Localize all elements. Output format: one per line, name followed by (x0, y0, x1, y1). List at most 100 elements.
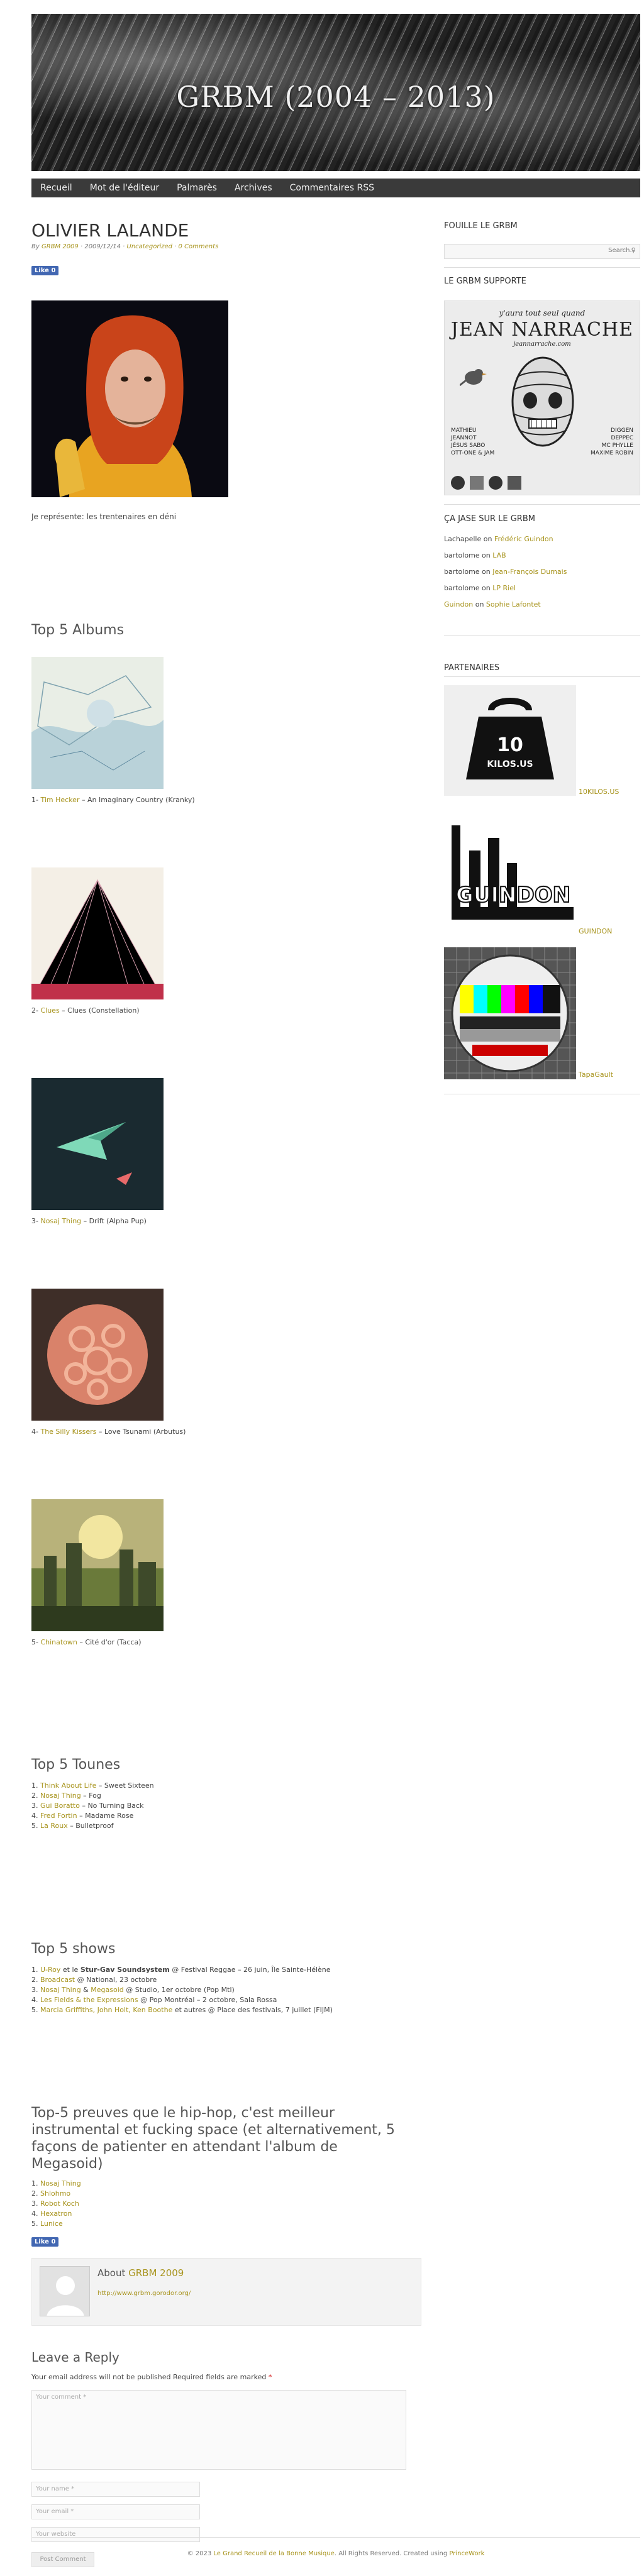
list-item: 2. Broadcast @ National, 23 octobre (31, 1976, 157, 1984)
search-icon[interactable]: ⚲ (631, 247, 636, 254)
facebook-like-button[interactable]: Like 0 (31, 266, 59, 275)
partner-logo-guindon[interactable]: GUINDON (444, 813, 576, 923)
list-item: 5. Lunice (31, 2220, 63, 2228)
album-item-4: 4- The Silly Kissers – Love Tsunami (Arb… (31, 1428, 186, 1436)
list-item: 1. Nosaj Thing (31, 2179, 81, 2188)
partner-logo-10kilos[interactable]: 10 KILOS.US (444, 685, 576, 796)
comment-textarea[interactable]: Your comment * (31, 2390, 406, 2470)
sidebar: FOUILLE LE GRBM Search... ⚲ LE GRBM SUPPO… (444, 207, 640, 1276)
comment-post-link[interactable]: Sophie Lafontet (486, 600, 541, 608)
main-content: OLIVIER LALANDE By GRBM 2009 · 2009/12/1… (31, 207, 421, 2567)
comment-post-link[interactable]: LP Riel (492, 584, 516, 592)
footer-theme-link[interactable]: PrinceWork (449, 2550, 484, 2557)
artist-link[interactable]: Lunice (40, 2220, 63, 2228)
email-input[interactable]: Your email * (31, 2504, 200, 2519)
album-cover-tim-hecker (31, 657, 164, 789)
comment-author-link[interactable]: Guindon (444, 600, 473, 608)
list-item: bartolome on LAB (444, 551, 506, 559)
nav-item-palmares[interactable]: Palmarès (168, 179, 226, 197)
sidebar-heading-partenaires: PARTENAIRES (444, 663, 500, 673)
hiphop-list: 1. Nosaj Thing 2. Shlohmo 3. Robot Koch … (31, 2179, 81, 2229)
artist-link[interactable]: Clues (40, 1006, 59, 1015)
facebook-like-button[interactable]: Like 0 (31, 2237, 59, 2247)
divider (444, 267, 640, 268)
artist-link[interactable]: Les Fields & the Expressions (40, 1996, 138, 2004)
album-cover-silly-kissers (31, 1289, 164, 1421)
artist-link[interactable]: Nosaj Thing (40, 1986, 81, 1994)
author-avatar (40, 2266, 90, 2316)
list-item: 1. U-Roy et le Stur-Gav Soundsystem @ Fe… (31, 1966, 331, 1974)
artist-link[interactable]: Nosaj Thing (40, 1792, 81, 1800)
artist-link[interactable]: Broadcast (40, 1976, 75, 1984)
artist-link[interactable]: Robot Koch (40, 2199, 79, 2208)
shows-heading: Top 5 shows (31, 1941, 116, 1957)
artist-link[interactable]: Chinatown (40, 1638, 77, 1646)
list-item: Lachapelle on Frédéric Guindon (444, 535, 553, 543)
svg-text:10: 10 (497, 734, 523, 756)
sidebar-heading-jase: ÇA JASE SUR LE GRBM (444, 514, 535, 524)
sidebar-heading-supporte: LE GRBM SUPPORTE (444, 277, 526, 286)
author-photo (31, 300, 228, 497)
list-item: 2. Shlohmo (31, 2189, 71, 2198)
list-item: bartolome on LP Riel (444, 584, 516, 592)
site-title[interactable]: GRBM (2004 – 2013) (31, 80, 640, 114)
artist-link[interactable]: U-Roy (40, 1966, 60, 1974)
partner-link-tapagault[interactable]: TapaGault (579, 1071, 613, 1079)
mask-figure (511, 356, 574, 447)
list-item: 4. Hexatron (31, 2210, 72, 2218)
list-item: 3. Robot Koch (31, 2199, 79, 2208)
site-header-banner[interactable]: GRBM (2004 – 2013) (31, 14, 640, 171)
artist-link[interactable]: Tim Hecker (40, 796, 79, 804)
post-intro: Je représente: les trentenaires en déni (31, 512, 177, 521)
comment-post-link[interactable]: Frédéric Guindon (494, 535, 553, 543)
recent-comments: Lachapelle on Frédéric Guindon bartolome… (444, 531, 567, 613)
list-item: 5. La Roux – Bulletproof (31, 1822, 114, 1830)
list-item: 5. Marcia Griffiths, John Holt, Ken Boot… (31, 2006, 333, 2014)
search-input[interactable]: Search... ⚲ (444, 244, 640, 259)
author-link[interactable]: GRBM 2009 (42, 243, 79, 250)
list-item: 3. Gui Boratto – No Turning Back (31, 1802, 144, 1810)
artist-link[interactable]: Nosaj Thing (40, 1217, 81, 1225)
tounes-list: 1. Think About Life – Sweet Sixteen 2. N… (31, 1781, 154, 1831)
footer-site-link[interactable]: Le Grand Recueil de la Bonne Musique (213, 2550, 335, 2557)
artist-link[interactable]: La Roux (40, 1822, 68, 1830)
artist-link[interactable]: Think About Life (40, 1781, 96, 1790)
comment-post-link[interactable]: LAB (492, 551, 506, 559)
nav-item-rss[interactable]: Commentaires RSS (281, 179, 383, 197)
partner-link-guindon[interactable]: GUINDON (579, 927, 612, 935)
site-footer: © 2023 Le Grand Recueil de la Bonne Musi… (31, 2537, 640, 2557)
name-input[interactable]: Your name * (31, 2482, 200, 2497)
shows-list: 1. U-Roy et le Stur-Gav Soundsystem @ Fe… (31, 1965, 333, 2015)
jean-narrache-poster[interactable]: y'aura tout seul quand JEAN NARRACHE jea… (444, 300, 640, 495)
bird-icon (460, 369, 487, 387)
comments-link[interactable]: 0 Comments (179, 243, 219, 250)
divider (444, 635, 640, 636)
sidebar-heading-fouille: FOUILLE LE GRBM (444, 221, 518, 231)
list-item: Guindon on Sophie Lafontet (444, 600, 541, 608)
list-item: 2. Nosaj Thing – Fog (31, 1792, 101, 1800)
reply-note: Your email address will not be published… (31, 2373, 272, 2381)
artist-link[interactable]: The Silly Kissers (40, 1428, 96, 1436)
artist-link[interactable]: Megasoid (91, 1986, 123, 1994)
partner-logo-tapagault[interactable] (444, 947, 576, 1079)
hiphop-heading: Top-5 preuves que le hip-hop, c'est meil… (31, 2105, 395, 2172)
nav-item-recueil[interactable]: Recueil (31, 179, 81, 197)
tounes-heading: Top 5 Tounes (31, 1757, 121, 1773)
nav-item-mot-editeur[interactable]: Mot de l'éditeur (81, 179, 168, 197)
author-name-link[interactable]: GRBM 2009 (128, 2267, 184, 2279)
artist-link[interactable]: Hexatron (40, 2210, 72, 2218)
artist-link[interactable]: Nosaj Thing (40, 2179, 81, 2188)
artist-link[interactable]: Shlohmo (40, 2189, 70, 2198)
list-item: 1. Think About Life – Sweet Sixteen (31, 1781, 154, 1790)
post-meta: By GRBM 2009 · 2009/12/14 · Uncategorize… (31, 243, 219, 250)
comment-post-link[interactable]: Jean-François Dumais (492, 568, 567, 576)
albums-heading: Top 5 Albums (31, 622, 125, 638)
author-url-link[interactable]: http://www.grbm.gorodor.org/ (97, 2290, 191, 2297)
artist-link[interactable]: Gui Boratto (40, 1802, 80, 1810)
artist-link[interactable]: Fred Fortin (40, 1812, 77, 1820)
partner-link-10kilos[interactable]: 10KILOS.US (579, 788, 619, 796)
nav-item-archives[interactable]: Archives (226, 179, 281, 197)
album-item-3: 3- Nosaj Thing – Drift (Alpha Pup) (31, 1217, 147, 1225)
category-link[interactable]: Uncategorized (127, 243, 172, 250)
artist-link[interactable]: Marcia Griffiths, John Holt, Ken Boothe (40, 2006, 172, 2014)
